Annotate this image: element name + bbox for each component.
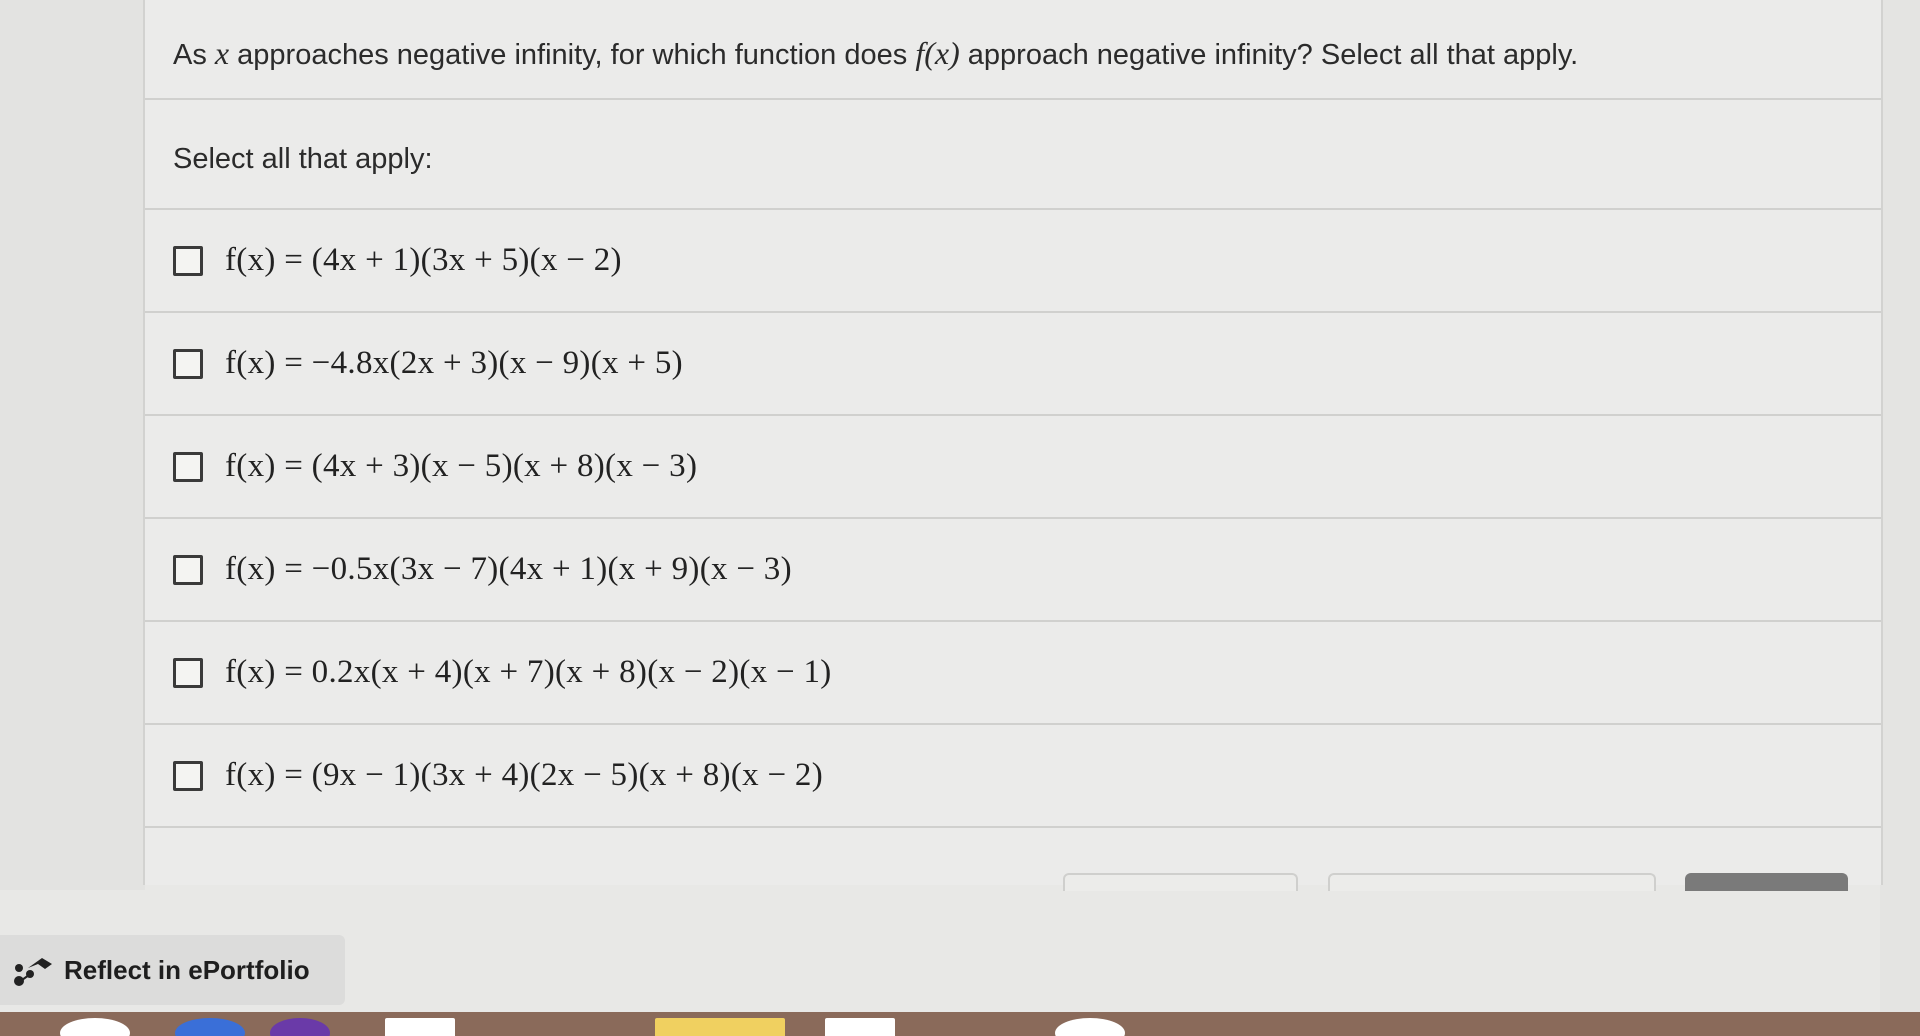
question-middle: approaches negative infinity, for which …: [229, 39, 916, 71]
option-checkbox[interactable]: [173, 348, 203, 379]
option-checkbox[interactable]: [173, 657, 203, 688]
reflect-eportfolio-button[interactable]: Reflect in ePortfolio: [0, 935, 345, 1005]
option-row[interactable]: f(x) = −0.5x(3x − 7)(4x + 1)(x + 9)(x − …: [145, 519, 1881, 622]
secondary-button[interactable]: [1063, 873, 1298, 891]
taskbar-app-icon[interactable]: [825, 1018, 895, 1036]
right-margin: [1880, 0, 1920, 1036]
question-suffix: approach negative infinity? Select all t…: [959, 39, 1579, 71]
option-checkbox[interactable]: [173, 554, 203, 585]
option-checkbox[interactable]: [173, 451, 203, 482]
taskbar-app-icon[interactable]: [60, 1018, 130, 1036]
instruction-text: Select all that apply:: [145, 100, 1881, 210]
reflect-label: Reflect in ePortfolio: [64, 954, 310, 985]
question-variable: x: [214, 35, 230, 71]
option-label: f(x) = −0.5x(3x − 7)(4x + 1)(x + 9)(x − …: [225, 551, 792, 587]
option-row[interactable]: f(x) = 0.2x(x + 4)(x + 7)(x + 8)(x − 2)(…: [145, 622, 1881, 725]
question-function: f(x): [915, 35, 960, 71]
option-label: f(x) = (4x + 3)(x − 5)(x + 8)(x − 3): [225, 448, 698, 484]
option-label: f(x) = (4x + 1)(3x + 5)(x − 2): [225, 242, 622, 278]
option-label: f(x) = −4.8x(2x + 3)(x − 9)(x + 5): [225, 345, 683, 381]
taskbar-app-icon[interactable]: [655, 1018, 785, 1036]
question-prefix: As: [173, 39, 215, 71]
option-row[interactable]: f(x) = (9x − 1)(3x + 4)(2x − 5)(x + 8)(x…: [145, 725, 1881, 828]
question-panel: As x approaches negative infinity, for w…: [143, 0, 1883, 885]
question-text: As x approaches negative infinity, for w…: [145, 0, 1881, 100]
taskbar-app-icon[interactable]: [1055, 1018, 1125, 1036]
option-row[interactable]: f(x) = −4.8x(2x + 3)(x − 9)(x + 5): [145, 313, 1881, 416]
taskbar-app-icon[interactable]: [175, 1018, 245, 1036]
taskbar-app-icon[interactable]: [385, 1018, 455, 1036]
option-checkbox[interactable]: [173, 245, 203, 276]
taskbar-app-icon[interactable]: [270, 1018, 330, 1036]
secondary-button[interactable]: [1328, 873, 1656, 891]
eportfolio-icon: [14, 958, 52, 986]
left-margin: [0, 0, 145, 890]
taskbar: [0, 1012, 1920, 1036]
primary-button[interactable]: [1685, 873, 1848, 891]
option-checkbox[interactable]: [173, 760, 203, 791]
option-row[interactable]: f(x) = (4x + 1)(3x + 5)(x − 2): [145, 210, 1881, 313]
option-label: f(x) = (9x − 1)(3x + 4)(2x − 5)(x + 8)(x…: [225, 757, 824, 793]
option-row[interactable]: f(x) = (4x + 3)(x − 5)(x + 8)(x − 3): [145, 416, 1881, 519]
option-label: f(x) = 0.2x(x + 4)(x + 7)(x + 8)(x − 2)(…: [225, 654, 832, 690]
